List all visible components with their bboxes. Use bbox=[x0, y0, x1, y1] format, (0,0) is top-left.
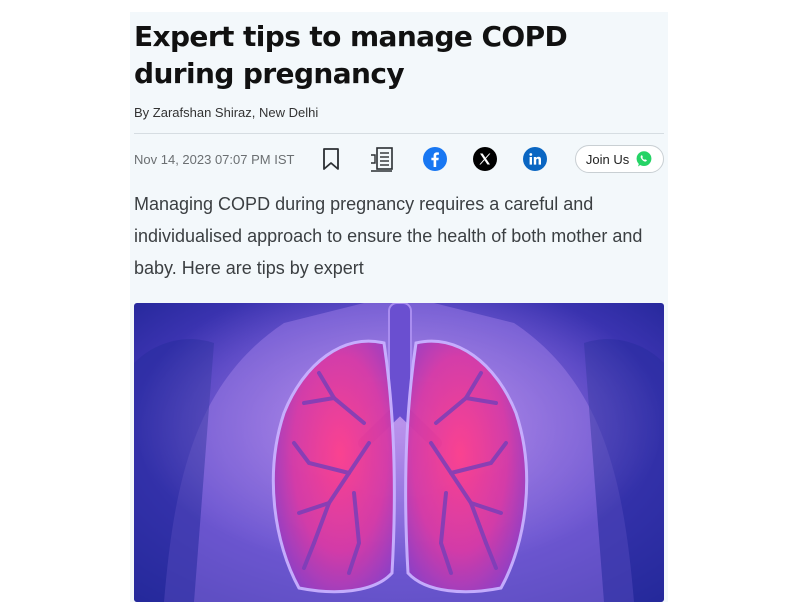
article-byline: By Zarafshan Shiraz, New Delhi bbox=[134, 105, 319, 120]
listen-icon bbox=[371, 147, 394, 172]
bookmark-icon bbox=[322, 148, 339, 170]
linkedin-icon bbox=[529, 153, 542, 165]
linkedin-share-button[interactable] bbox=[523, 147, 548, 171]
article-title: Expert tips to manage COPD during pregna… bbox=[134, 20, 568, 90]
join-us-label: Join Us bbox=[585, 151, 630, 167]
hero-image bbox=[134, 303, 664, 602]
x-twitter-icon bbox=[479, 153, 491, 165]
x-share-button[interactable] bbox=[473, 147, 498, 171]
article-panel: Expert tips to manage COPD during pregna… bbox=[130, 12, 668, 602]
join-us-button[interactable]: Join Us bbox=[575, 145, 665, 173]
lungs-illustration bbox=[134, 303, 664, 602]
bookmark-button[interactable] bbox=[318, 144, 344, 174]
article-meta-row: Nov 14, 2023 07:07 PM IST Join Us bbox=[134, 142, 665, 176]
facebook-icon bbox=[431, 152, 439, 167]
facebook-share-button[interactable] bbox=[423, 147, 448, 171]
divider bbox=[134, 133, 664, 134]
article-summary: Managing COPD during pregnancy requires … bbox=[134, 194, 643, 278]
listen-button[interactable] bbox=[367, 144, 397, 174]
publish-timestamp: Nov 14, 2023 07:07 PM IST bbox=[134, 151, 295, 167]
whatsapp-icon bbox=[636, 151, 652, 167]
